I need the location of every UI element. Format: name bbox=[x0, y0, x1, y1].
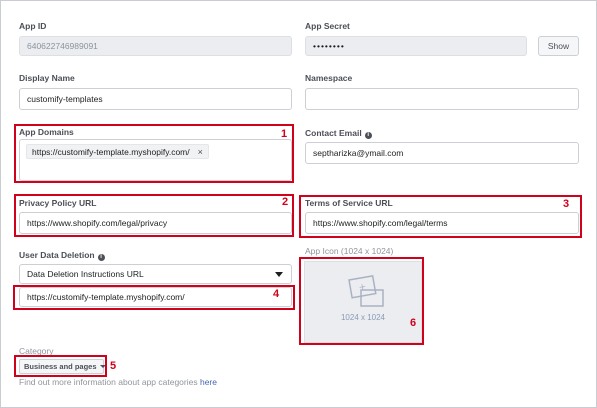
annotation-number-3: 3 bbox=[563, 198, 570, 210]
highlight-box-1 bbox=[14, 124, 294, 183]
namespace-label: Namespace bbox=[305, 73, 353, 83]
app-settings-panel: App ID 640622746989091 App Secret ••••••… bbox=[0, 0, 597, 408]
app-id-label: App ID bbox=[19, 21, 47, 31]
categories-link[interactable]: here bbox=[200, 377, 217, 387]
annotation-number-4: 4 bbox=[273, 288, 280, 300]
annotation-number-6: 6 bbox=[410, 317, 417, 329]
chevron-down-icon bbox=[275, 272, 283, 277]
contact-email-input[interactable]: septharizka@ymail.com bbox=[305, 142, 579, 164]
namespace-input[interactable] bbox=[305, 88, 579, 110]
show-secret-button[interactable]: Show bbox=[538, 36, 579, 56]
contact-email-label: Contact Email i bbox=[305, 128, 372, 139]
category-help-text: Find out more information about app cate… bbox=[19, 377, 217, 387]
annotation-number-1: 1 bbox=[281, 128, 288, 140]
highlight-box-6 bbox=[299, 257, 424, 345]
display-name-input[interactable]: customify-templates bbox=[19, 88, 292, 110]
highlight-box-5 bbox=[14, 355, 107, 377]
annotation-number-5: 5 bbox=[110, 360, 117, 372]
annotation-number-2: 2 bbox=[282, 196, 289, 208]
data-deletion-select[interactable]: Data Deletion Instructions URL bbox=[19, 264, 292, 284]
app-secret-label: App Secret bbox=[305, 21, 350, 31]
user-data-deletion-label: User Data Deletion i bbox=[19, 250, 105, 261]
highlight-box-4 bbox=[13, 285, 295, 310]
highlight-box-2 bbox=[14, 194, 294, 237]
display-name-label: Display Name bbox=[19, 73, 75, 83]
app-secret-field[interactable]: •••••••• bbox=[305, 36, 527, 56]
highlight-box-3 bbox=[299, 195, 582, 238]
app-icon-label: App Icon (1024 x 1024) bbox=[305, 246, 394, 256]
app-id-field[interactable]: 640622746989091 bbox=[19, 36, 292, 56]
info-icon[interactable]: i bbox=[364, 132, 372, 139]
info-icon[interactable]: i bbox=[97, 254, 105, 261]
